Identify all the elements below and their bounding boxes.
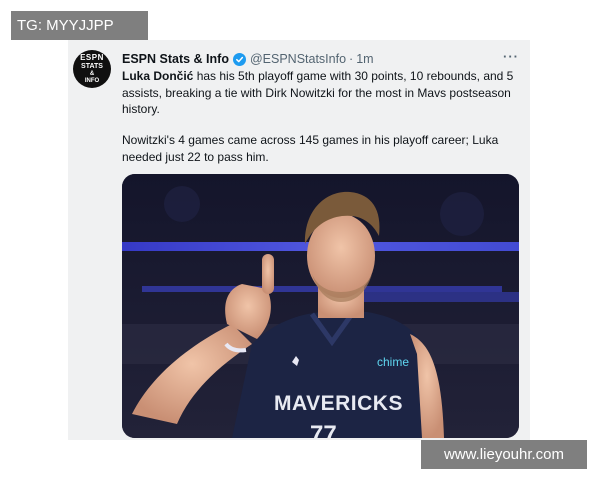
tweet-header: ESPN Stats & Info @ESPNStatsInfo · 1m — [122, 51, 374, 67]
jersey-number-text: 77 — [310, 421, 337, 438]
avatar-logo-text: STATS — [81, 63, 103, 70]
player-name: Luka Dončić — [122, 69, 194, 83]
watermark-bottom-right: www.lieyouhr.com — [421, 440, 587, 469]
verified-badge-icon — [232, 52, 246, 66]
jersey-team-text: MAVERICKS — [274, 392, 403, 415]
player-photo-illustration: chime MAVERICKS 77 — [122, 174, 519, 438]
avatar-logo-text: INFO — [84, 78, 100, 84]
tweet-text-paragraph-1: Luka Dončić has his 5th playoff game wit… — [122, 68, 517, 118]
author-handle[interactable]: @ESPNStatsInfo — [250, 52, 346, 66]
more-options-icon[interactable]: ··· — [503, 50, 521, 64]
tweet-text-paragraph-2: Nowitzki's 4 games came across 145 games… — [122, 133, 499, 164]
avatar-logo-text: ESPN — [80, 53, 104, 62]
author-name[interactable]: ESPN Stats & Info — [122, 52, 229, 66]
watermark-top-left: TG: MYYJJPP — [11, 11, 148, 40]
separator-dot: · — [349, 52, 354, 66]
tweet-timestamp[interactable]: 1m — [356, 52, 373, 66]
author-avatar[interactable]: ESPN STATS & INFO — [73, 50, 111, 88]
avatar-logo-text: & — [89, 71, 95, 77]
jersey-sponsor-text: chime — [377, 355, 409, 369]
tweet-photo[interactable]: chime MAVERICKS 77 — [122, 174, 519, 438]
